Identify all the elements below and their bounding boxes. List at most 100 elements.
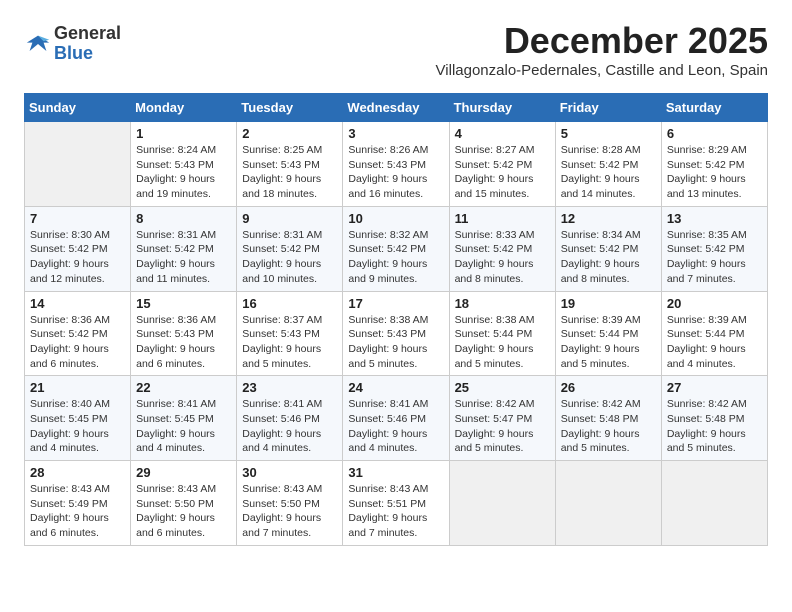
calendar-body: 1Sunrise: 8:24 AMSunset: 5:43 PMDaylight… [25, 122, 768, 546]
day-number: 15 [136, 296, 231, 311]
calendar-cell: 4Sunrise: 8:27 AMSunset: 5:42 PMDaylight… [449, 122, 555, 207]
calendar-cell: 22Sunrise: 8:41 AMSunset: 5:45 PMDayligh… [131, 376, 237, 461]
day-info: Sunrise: 8:43 AMSunset: 5:50 PMDaylight:… [136, 482, 231, 541]
calendar-cell: 6 Sunrise: 8:29 AMSunset: 5:42 PMDaylight… [661, 122, 767, 207]
day-number: 28 [30, 465, 125, 480]
day-number: 2 [242, 126, 337, 141]
day-number: 3 [348, 126, 443, 141]
day-info: Sunrise: 8:28 AMSunset: 5:42 PMDaylight:… [561, 143, 656, 202]
day-number: 24 [348, 380, 443, 395]
logo-bird-icon [24, 30, 52, 58]
column-header-monday: Monday [131, 94, 237, 122]
calendar-table: SundayMondayTuesdayWednesdayThursdayFrid… [24, 93, 768, 546]
day-number: 22 [136, 380, 231, 395]
day-number: 12 [561, 211, 656, 226]
calendar-cell: 19Sunrise: 8:39 AMSunset: 5:44 PMDayligh… [555, 291, 661, 376]
day-number: 8 [136, 211, 231, 226]
calendar-cell: 3 Sunrise: 8:26 AMSunset: 5:43 PMDaylight… [343, 122, 449, 207]
day-number: 17 [348, 296, 443, 311]
day-number: 6 [667, 126, 762, 141]
calendar-cell: 27 Sunrise: 8:42 AMSunset: 5:48 PMDayligh… [661, 376, 767, 461]
day-info: Sunrise: 8:42 AMSunset: 5:47 PMDaylight:… [455, 397, 550, 456]
day-number: 11 [455, 211, 550, 226]
day-info: Sunrise: 8:33 AMSunset: 5:42 PMDaylight:… [455, 228, 550, 287]
day-info: Sunrise: 8:43 AMSunset: 5:49 PMDaylight:… [30, 482, 125, 541]
day-number: 18 [455, 296, 550, 311]
day-info: Sunrise: 8:34 AMSunset: 5:42 PMDaylight:… [561, 228, 656, 287]
calendar-cell: 28 Sunrise: 8:43 AMSunset: 5:49 PMDayligh… [25, 461, 131, 546]
month-title: December 2025 [436, 20, 768, 62]
calendar-cell [25, 122, 131, 207]
day-number: 16 [242, 296, 337, 311]
calendar-cell: 7 Sunrise: 8:30 AMSunset: 5:42 PMDaylight… [25, 206, 131, 291]
calendar-cell: 26 Sunrise: 8:42 AMSunset: 5:48 PMDayligh… [555, 376, 661, 461]
calendar-cell: 16Sunrise: 8:37 AMSunset: 5:43 PMDayligh… [237, 291, 343, 376]
calendar-week-row: 1Sunrise: 8:24 AMSunset: 5:43 PMDaylight… [25, 122, 768, 207]
column-header-tuesday: Tuesday [237, 94, 343, 122]
logo-general-text: General [54, 23, 121, 43]
day-info: Sunrise: 8:38 AMSunset: 5:44 PMDaylight:… [455, 313, 550, 372]
calendar-cell: 23Sunrise: 8:41 AMSunset: 5:46 PMDayligh… [237, 376, 343, 461]
day-info: Sunrise: 8:30 AMSunset: 5:42 PMDaylight:… [30, 228, 125, 287]
day-number: 26 [561, 380, 656, 395]
logo: General Blue [24, 24, 121, 64]
column-header-sunday: Sunday [25, 94, 131, 122]
day-info: Sunrise: 8:29 AMSunset: 5:42 PMDaylight:… [667, 143, 762, 202]
calendar-week-row: 21Sunrise: 8:40 AMSunset: 5:45 PMDayligh… [25, 376, 768, 461]
day-number: 27 [667, 380, 762, 395]
calendar-cell: 24 Sunrise: 8:41 AMSunset: 5:46 PMDayligh… [343, 376, 449, 461]
calendar-cell [555, 461, 661, 546]
day-info: Sunrise: 8:36 AMSunset: 5:43 PMDaylight:… [136, 313, 231, 372]
day-info: Sunrise: 8:39 AMSunset: 5:44 PMDaylight:… [667, 313, 762, 372]
calendar-cell: 10 Sunrise: 8:32 AMSunset: 5:42 PMDayligh… [343, 206, 449, 291]
day-info: Sunrise: 8:32 AMSunset: 5:42 PMDaylight:… [348, 228, 443, 287]
calendar-cell: 15 Sunrise: 8:36 AMSunset: 5:43 PMDayligh… [131, 291, 237, 376]
day-info: Sunrise: 8:38 AMSunset: 5:43 PMDaylight:… [348, 313, 443, 372]
day-info: Sunrise: 8:43 AMSunset: 5:50 PMDaylight:… [242, 482, 337, 541]
column-header-friday: Friday [555, 94, 661, 122]
calendar-cell: 9 Sunrise: 8:31 AMSunset: 5:42 PMDaylight… [237, 206, 343, 291]
day-info: Sunrise: 8:35 AMSunset: 5:42 PMDaylight:… [667, 228, 762, 287]
day-number: 25 [455, 380, 550, 395]
calendar-cell: 25 Sunrise: 8:42 AMSunset: 5:47 PMDayligh… [449, 376, 555, 461]
calendar-week-row: 28 Sunrise: 8:43 AMSunset: 5:49 PMDayligh… [25, 461, 768, 546]
calendar-cell: 11 Sunrise: 8:33 AMSunset: 5:42 PMDayligh… [449, 206, 555, 291]
day-number: 21 [30, 380, 125, 395]
calendar-cell: 20 Sunrise: 8:39 AMSunset: 5:44 PMDayligh… [661, 291, 767, 376]
column-header-thursday: Thursday [449, 94, 555, 122]
day-number: 10 [348, 211, 443, 226]
calendar-cell: 8 Sunrise: 8:31 AMSunset: 5:42 PMDaylight… [131, 206, 237, 291]
day-info: Sunrise: 8:27 AMSunset: 5:42 PMDaylight:… [455, 143, 550, 202]
day-number: 9 [242, 211, 337, 226]
calendar-cell: 31 Sunrise: 8:43 AMSunset: 5:51 PMDayligh… [343, 461, 449, 546]
calendar-cell: 5 Sunrise: 8:28 AMSunset: 5:42 PMDaylight… [555, 122, 661, 207]
calendar-cell: 13 Sunrise: 8:35 AMSunset: 5:42 PMDayligh… [661, 206, 767, 291]
day-info: Sunrise: 8:41 AMSunset: 5:46 PMDaylight:… [348, 397, 443, 456]
day-info: Sunrise: 8:42 AMSunset: 5:48 PMDaylight:… [561, 397, 656, 456]
day-info: Sunrise: 8:36 AMSunset: 5:42 PMDaylight:… [30, 313, 125, 372]
logo-blue-text: Blue [54, 43, 93, 63]
day-number: 20 [667, 296, 762, 311]
calendar-header-row: SundayMondayTuesdayWednesdayThursdayFrid… [25, 94, 768, 122]
day-info: Sunrise: 8:25 AMSunset: 5:43 PMDaylight:… [242, 143, 337, 202]
day-info: Sunrise: 8:42 AMSunset: 5:48 PMDaylight:… [667, 397, 762, 456]
calendar-cell: 21Sunrise: 8:40 AMSunset: 5:45 PMDayligh… [25, 376, 131, 461]
calendar-cell: 2 Sunrise: 8:25 AMSunset: 5:43 PMDaylight… [237, 122, 343, 207]
day-number: 31 [348, 465, 443, 480]
day-info: Sunrise: 8:26 AMSunset: 5:43 PMDaylight:… [348, 143, 443, 202]
subtitle: Villagonzalo-Pedernales, Castille and Le… [436, 62, 768, 79]
day-number: 23 [242, 380, 337, 395]
calendar-week-row: 14Sunrise: 8:36 AMSunset: 5:42 PMDayligh… [25, 291, 768, 376]
day-info: Sunrise: 8:43 AMSunset: 5:51 PMDaylight:… [348, 482, 443, 541]
day-number: 19 [561, 296, 656, 311]
day-info: Sunrise: 8:31 AMSunset: 5:42 PMDaylight:… [136, 228, 231, 287]
day-number: 5 [561, 126, 656, 141]
calendar-cell: 29Sunrise: 8:43 AMSunset: 5:50 PMDayligh… [131, 461, 237, 546]
day-number: 13 [667, 211, 762, 226]
calendar-cell: 18 Sunrise: 8:38 AMSunset: 5:44 PMDayligh… [449, 291, 555, 376]
calendar-cell: 30Sunrise: 8:43 AMSunset: 5:50 PMDayligh… [237, 461, 343, 546]
day-info: Sunrise: 8:31 AMSunset: 5:42 PMDaylight:… [242, 228, 337, 287]
day-number: 7 [30, 211, 125, 226]
column-header-saturday: Saturday [661, 94, 767, 122]
day-info: Sunrise: 8:24 AMSunset: 5:43 PMDaylight:… [136, 143, 231, 202]
